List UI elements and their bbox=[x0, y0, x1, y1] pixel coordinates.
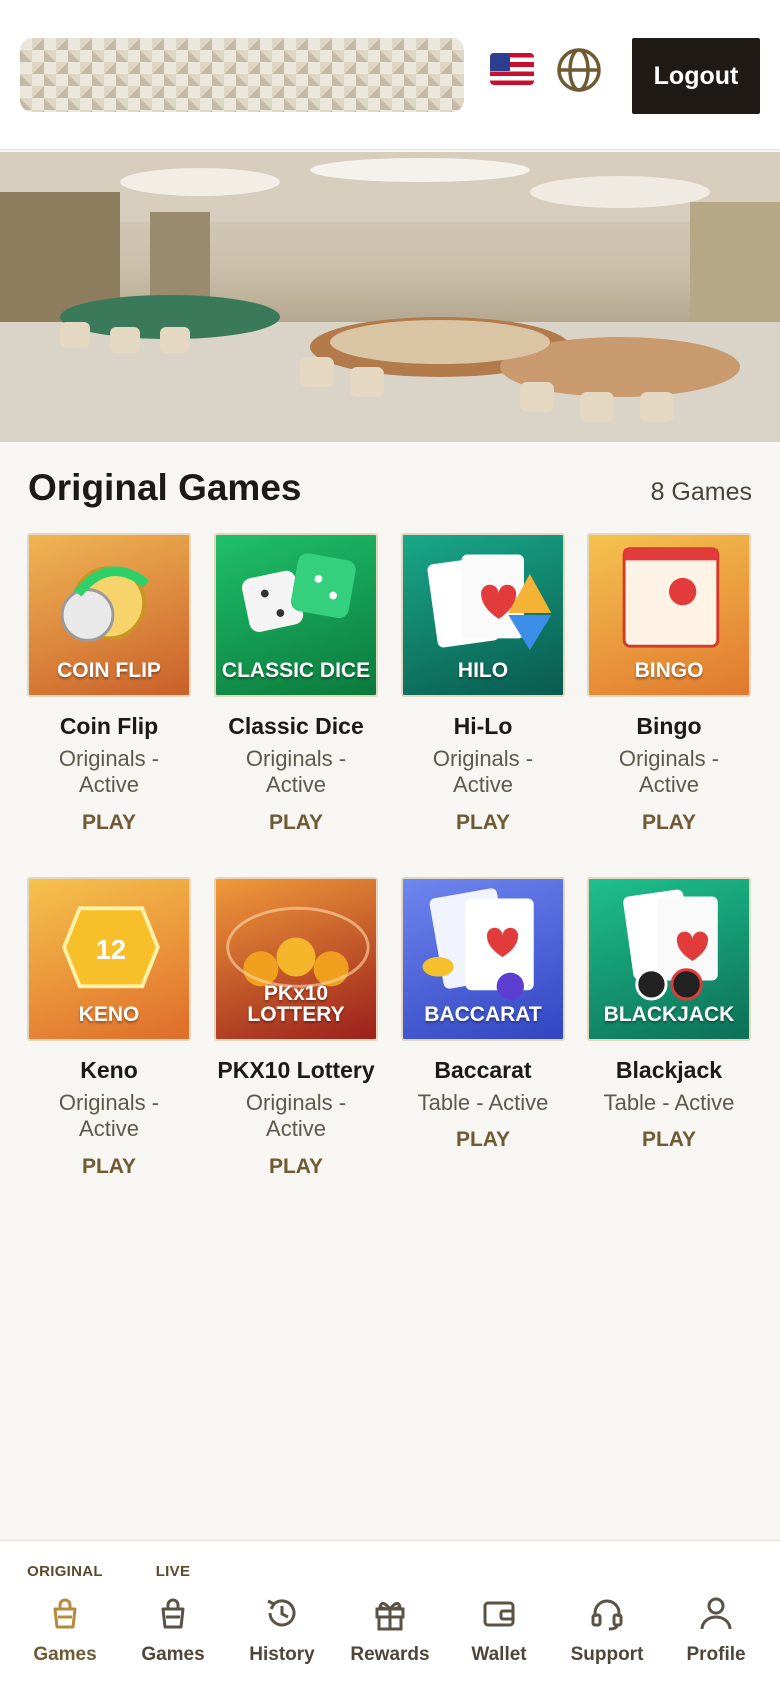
nav-item-live-games[interactable]: LIVE Games bbox=[118, 1563, 228, 1666]
nav-label: Profile bbox=[686, 1644, 746, 1665]
bottom-nav: ORIGINAL Games LIVE Games History Reward… bbox=[0, 1540, 780, 1688]
nav-caption bbox=[444, 1563, 554, 1583]
game-status: Originals - Active bbox=[245, 746, 347, 798]
section-title: Original Games bbox=[28, 467, 302, 508]
nav-item-history[interactable]: History bbox=[227, 1563, 337, 1666]
nav-caption bbox=[335, 1563, 445, 1583]
nav-item-rewards[interactable]: Rewards bbox=[335, 1563, 445, 1666]
nav-caption: ORIGINAL bbox=[27, 1563, 103, 1580]
logout-button[interactable]: Logout bbox=[632, 38, 760, 114]
play-button[interactable]: PLAY bbox=[211, 1155, 381, 1179]
game-thumbnail[interactable]: BINGO bbox=[587, 533, 751, 697]
game-thumbnail[interactable]: CLASSIC DICE bbox=[214, 533, 378, 697]
play-button[interactable]: PLAY bbox=[24, 811, 194, 835]
hero-banner bbox=[0, 152, 780, 442]
games-count: 8 Games bbox=[650, 478, 752, 506]
gift-icon bbox=[375, 1602, 405, 1631]
game-card-hi-lo[interactable]: HILO Hi-Lo Originals - Active PLAY bbox=[398, 533, 568, 835]
game-status: Originals - Active bbox=[618, 746, 720, 798]
game-thumbnail-label: PKx10 LOTTERY bbox=[247, 982, 345, 1026]
game-status: Originals - Active bbox=[58, 1090, 160, 1142]
game-name: Classic Dice bbox=[228, 713, 364, 739]
svg-text:12: 12 bbox=[96, 934, 126, 965]
game-card-keno[interactable]: 12 KENO Keno Originals - Active PLAY bbox=[24, 877, 194, 1179]
nav-label: Wallet bbox=[471, 1644, 527, 1665]
nav-caption bbox=[227, 1563, 337, 1583]
game-thumbnail[interactable]: COIN FLIP bbox=[27, 533, 191, 697]
play-button[interactable]: PLAY bbox=[584, 1128, 754, 1152]
shopping-bag-icon bbox=[161, 1598, 185, 1629]
nav-label: Support bbox=[570, 1644, 644, 1665]
game-name: PKX10 Lottery bbox=[217, 1057, 375, 1083]
game-thumbnail-label: KENO bbox=[78, 1003, 140, 1026]
game-thumbnail-label: COIN FLIP bbox=[57, 659, 161, 682]
brand-logo[interactable] bbox=[20, 38, 464, 112]
history-icon bbox=[267, 1599, 296, 1627]
nav-label: Games bbox=[33, 1644, 97, 1665]
game-thumbnail-label: BACCARAT bbox=[424, 1003, 542, 1026]
globe-icon[interactable] bbox=[555, 46, 603, 94]
nav-label: Games bbox=[141, 1644, 205, 1665]
nav-label: History bbox=[249, 1644, 315, 1665]
us-flag-icon[interactable] bbox=[490, 53, 534, 85]
game-card-blackjack[interactable]: BLACKJACK Blackjack Table - Active PLAY bbox=[584, 877, 754, 1152]
nav-item-profile[interactable]: Profile bbox=[661, 1563, 771, 1666]
game-status: Originals - Active bbox=[58, 746, 160, 798]
game-name: Bingo bbox=[636, 713, 702, 739]
game-status: Table - Active bbox=[417, 1090, 549, 1115]
game-status: Originals - Active bbox=[432, 746, 534, 798]
game-thumbnail-label: CLASSIC DICE bbox=[221, 659, 371, 682]
nav-caption bbox=[661, 1563, 771, 1583]
user-icon bbox=[700, 1597, 732, 1630]
play-button[interactable]: PLAY bbox=[398, 1128, 568, 1152]
game-name: Baccarat bbox=[434, 1057, 532, 1083]
wallet-icon bbox=[483, 1601, 515, 1627]
game-name: Keno bbox=[80, 1057, 138, 1083]
play-button[interactable]: PLAY bbox=[398, 811, 568, 835]
game-name: Hi-Lo bbox=[453, 713, 513, 739]
game-thumbnail-label: BLACKJACK bbox=[603, 1003, 735, 1026]
game-card-pkx10-lottery[interactable]: PKx10 LOTTERY PKX10 Lottery Originals - … bbox=[211, 877, 381, 1179]
nav-caption: LIVE bbox=[155, 1563, 191, 1580]
game-name: Blackjack bbox=[615, 1057, 723, 1083]
top-header: Logout bbox=[0, 0, 780, 150]
game-card-classic-dice[interactable]: CLASSIC DICE Classic Dice Originals - Ac… bbox=[211, 533, 381, 835]
game-thumbnail[interactable]: PKx10 LOTTERY bbox=[214, 877, 378, 1041]
game-status: Originals - Active bbox=[245, 1090, 347, 1142]
nav-item-support[interactable]: Support bbox=[552, 1563, 662, 1666]
nav-label: Rewards bbox=[350, 1644, 430, 1665]
game-card-coin-flip[interactable]: COIN FLIP Coin Flip Originals - Active P… bbox=[24, 533, 194, 835]
nav-caption bbox=[552, 1563, 662, 1583]
game-card-bingo[interactable]: BINGO Bingo Originals - Active PLAY bbox=[584, 533, 754, 835]
game-card-baccarat[interactable]: BACCARAT Baccarat Table - Active PLAY bbox=[398, 877, 568, 1152]
game-thumbnail[interactable]: 12 KENO bbox=[27, 877, 191, 1041]
game-thumbnail-label: HILO bbox=[457, 659, 509, 682]
game-thumbnail[interactable]: BLACKJACK bbox=[587, 877, 751, 1041]
game-status: Table - Active bbox=[603, 1090, 735, 1115]
game-thumbnail-label: BINGO bbox=[634, 659, 704, 682]
play-button[interactable]: PLAY bbox=[211, 811, 381, 835]
nav-item-wallet[interactable]: Wallet bbox=[444, 1563, 554, 1666]
shopping-bag-icon bbox=[53, 1598, 77, 1629]
game-thumbnail[interactable]: HILO bbox=[401, 533, 565, 697]
play-button[interactable]: PLAY bbox=[24, 1155, 194, 1179]
nav-item-original-games[interactable]: ORIGINAL Games bbox=[10, 1563, 120, 1666]
headset-icon bbox=[591, 1599, 623, 1631]
game-thumbnail[interactable]: BACCARAT bbox=[401, 877, 565, 1041]
game-name: Coin Flip bbox=[59, 713, 159, 739]
play-button[interactable]: PLAY bbox=[584, 811, 754, 835]
